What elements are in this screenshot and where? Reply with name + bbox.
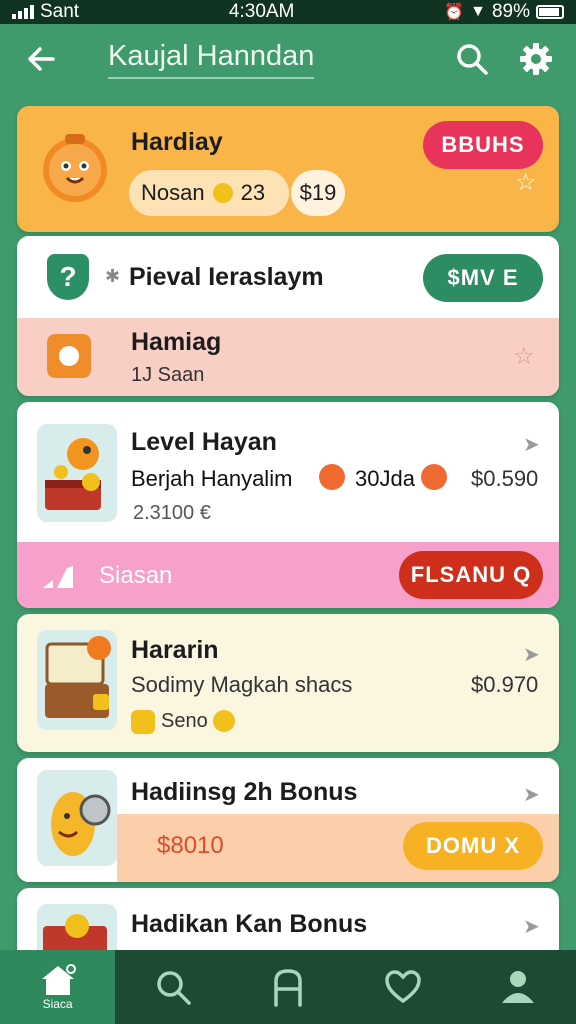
card-title: Hamiag [131, 328, 222, 356]
battery-percent: 89% [491, 1, 530, 22]
price-chip: $19 [291, 170, 345, 216]
mascot-icon [35, 126, 115, 206]
search-button[interactable] [452, 39, 492, 79]
search-icon [457, 44, 488, 75]
bonus-claim-button[interactable]: DOMU X [403, 822, 543, 870]
card-subtitle: Berjah Hanyalim [131, 466, 293, 491]
footer-label: Siasan [99, 562, 173, 589]
chevron-right-icon[interactable]: ➤ [523, 782, 540, 807]
signal-icon [12, 5, 34, 19]
bonus-button[interactable]: BBUHS [423, 121, 543, 169]
fire-icon [421, 464, 447, 490]
clock: 4:30AM [228, 1, 295, 22]
settings-button[interactable] [516, 39, 556, 79]
shield-question-icon: ? [47, 254, 89, 300]
card-price: $0.970 [471, 672, 539, 697]
card-extra: 2.3100 € [133, 502, 211, 524]
app-bar: Kaujal Hanndan [0, 24, 576, 94]
battery-icon [536, 5, 564, 19]
card-title: Hararin [131, 636, 219, 664]
home-icon [41, 964, 76, 995]
alarm-icon: ⏰ [444, 4, 465, 21]
badge-icon [47, 334, 91, 378]
card-subtitle: Sodimy Magkah shacs [131, 672, 353, 697]
card-title: Level Hayan [131, 428, 277, 456]
wifi-icon: ▼ [470, 3, 486, 20]
page-title: Kaujal Hanndan [108, 40, 315, 79]
nav-rewards[interactable] [230, 950, 345, 1024]
bonus-card-2h[interactable]: Hadiinsg 2h Bonus $8010 DOMU X ➤ [17, 758, 559, 882]
nav-favorites[interactable] [346, 950, 461, 1024]
search-icon [157, 971, 191, 1005]
card-title: Pieval Ieraslaym [129, 263, 324, 291]
coin-icon [131, 710, 155, 734]
treasure-icon [37, 424, 117, 522]
save-button[interactable]: $MV E [423, 254, 543, 302]
level-card-pieval[interactable]: ? ✱ Pieval Ieraslaym $MV E Hamiag 1J Saa… [17, 236, 559, 396]
level-card-hayan[interactable]: Level Hayan Berjah Hanyalim 30Jda $0.590… [17, 402, 559, 608]
arrow-left-icon [28, 47, 55, 71]
nav-profile[interactable] [461, 950, 576, 1024]
star-icon[interactable]: ☆ [513, 342, 535, 371]
card-title: Hadikan Kan Bonus [131, 910, 368, 938]
nav-home[interactable]: Siaca [0, 950, 116, 1024]
shop-chest-icon [37, 630, 117, 730]
coins-chip: Nosan 23 [129, 170, 289, 216]
coin-icon [212, 183, 233, 203]
card-subtitle: 1J Saan [131, 364, 205, 386]
level-chart-icon [41, 560, 77, 590]
rocket-mascot-icon [37, 770, 117, 866]
sparkle-icon: ✱ [105, 266, 121, 286]
card-title: Hardiay [131, 128, 223, 156]
back-button[interactable] [14, 29, 68, 89]
flash-button[interactable]: FLSANU Q [399, 551, 543, 599]
card-price: $0.590 [471, 466, 539, 491]
gear-icon [520, 43, 552, 75]
chevron-right-icon[interactable]: ➤ [523, 642, 540, 667]
card-title: Hadiinsg 2h Bonus [131, 778, 358, 806]
bonus-amount: $8010 [157, 832, 224, 859]
fire-icon [319, 464, 345, 490]
coins-chip-label: Nosan [141, 180, 205, 205]
rewards-icon [274, 969, 302, 1007]
star-icon[interactable]: ☆ [515, 168, 537, 197]
price-chip-value: $19 [299, 180, 337, 205]
profile-icon [502, 971, 535, 1003]
nav-home-label: Siaca [42, 997, 73, 1011]
coin-icon [213, 710, 235, 732]
nav-search[interactable] [115, 950, 230, 1024]
heart-icon [385, 970, 421, 1004]
card-chip-label: Seno [161, 710, 208, 732]
offer-card-hararin[interactable]: Hararin Sodimy Magkah shacs $0.970 Seno … [17, 614, 559, 752]
status-bar: Sant 4:30AM ⏰ ▼ 89% [0, 0, 576, 24]
chevron-right-icon[interactable]: ➤ [523, 432, 540, 457]
bonus-card-hardiay[interactable]: Hardiay Nosan 23 $19 BBUHS ☆ [17, 106, 559, 232]
card-meta: 30Jda [355, 466, 415, 491]
coins-chip-value: 23 [240, 180, 266, 205]
bottom-nav: Siaca [0, 950, 576, 1024]
carrier-label: Sant [40, 1, 80, 22]
chevron-right-icon[interactable]: ➤ [523, 914, 540, 939]
